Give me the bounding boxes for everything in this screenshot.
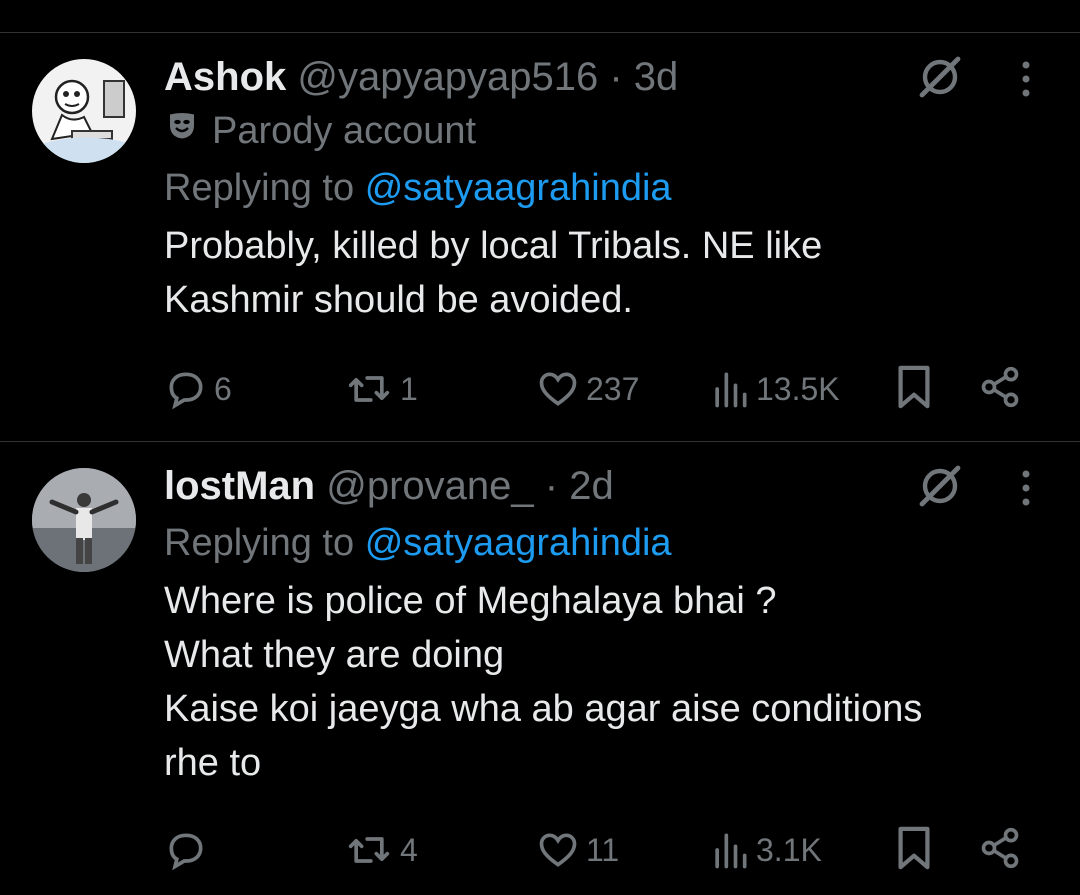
repost-icon: [344, 828, 394, 872]
grok-icon[interactable]: [916, 53, 964, 101]
like-button[interactable]: 11: [536, 825, 619, 875]
reply-tweet[interactable]: lostMan @provane_ · 2d Replying to @saty…: [0, 442, 1080, 895]
views-count: 13.5K: [756, 370, 840, 407]
timestamp[interactable]: 3d: [634, 55, 679, 99]
replying-to: Replying to @satyaagrahindia: [164, 163, 1040, 213]
tweet-text: Probably, killed by local Tribals. NE li…: [164, 225, 823, 321]
previous-tweet-edge: [0, 0, 1080, 32]
views-button[interactable]: 3.1K: [710, 825, 822, 875]
timestamp[interactable]: 2d: [569, 464, 614, 508]
separator: ·: [544, 464, 559, 508]
tweet-header: Ashok @yapyapyap516 · 3d: [164, 53, 1040, 101]
repost-count: 1: [400, 370, 418, 407]
replying-prefix: Replying to: [164, 522, 355, 564]
tweet-actions: 4 11 3.1K: [164, 825, 1044, 875]
more-icon[interactable]: [1016, 462, 1036, 510]
display-name[interactable]: Ashok: [164, 55, 286, 99]
replying-to: Replying to @satyaagrahindia: [164, 518, 1040, 568]
views-count: 3.1K: [756, 831, 822, 868]
reply-button[interactable]: [164, 825, 214, 875]
views-button[interactable]: 13.5K: [710, 364, 840, 414]
like-icon: [536, 367, 580, 411]
parody-label: Parody account: [164, 107, 1040, 155]
reply-icon: [164, 367, 208, 411]
grok-icon[interactable]: [916, 462, 964, 510]
share-icon: [978, 826, 1022, 875]
parody-text: Parody account: [212, 110, 477, 152]
separator: ·: [609, 55, 623, 99]
like-count: 237: [586, 370, 640, 407]
tweet-header: lostMan @provane_ · 2d: [164, 462, 1040, 510]
reply-icon: [164, 828, 208, 872]
replying-to-handle[interactable]: @satyaagrahindia: [365, 167, 672, 209]
share-icon: [978, 365, 1022, 414]
share-button[interactable]: [978, 364, 1022, 414]
replying-to-handle[interactable]: @satyaagrahindia: [365, 522, 672, 564]
views-icon: [710, 367, 750, 411]
repost-icon: [344, 367, 394, 411]
bookmark-button[interactable]: [894, 825, 934, 875]
views-icon: [710, 828, 750, 872]
avatar[interactable]: [32, 59, 136, 163]
replying-prefix: Replying to: [164, 167, 355, 209]
reply-count: 6: [214, 370, 232, 407]
like-icon: [536, 828, 580, 872]
like-button[interactable]: 237: [536, 364, 639, 414]
share-button[interactable]: [978, 825, 1022, 875]
repost-button[interactable]: 1: [344, 364, 418, 414]
tweet-text: Where is police of Meghalaya bhai ? What…: [164, 580, 923, 784]
reply-tweet[interactable]: Ashok @yapyapyap516 · 3d Parody account …: [0, 33, 1080, 441]
display-name[interactable]: lostMan: [164, 464, 315, 508]
repost-count: 4: [400, 831, 418, 868]
parody-mask-icon: [164, 107, 200, 155]
like-count: 11: [586, 831, 620, 868]
user-handle[interactable]: @provane_: [326, 464, 533, 508]
user-handle[interactable]: @yapyapyap516: [297, 55, 598, 99]
avatar[interactable]: [32, 468, 136, 572]
bookmark-button[interactable]: [894, 364, 934, 414]
bookmark-icon: [894, 825, 934, 876]
bookmark-icon: [894, 364, 934, 415]
more-icon[interactable]: [1016, 53, 1036, 101]
reply-button[interactable]: 6: [164, 364, 232, 414]
tweet-actions: 6 1 237 13.5K: [164, 364, 1044, 414]
repost-button[interactable]: 4: [344, 825, 418, 875]
